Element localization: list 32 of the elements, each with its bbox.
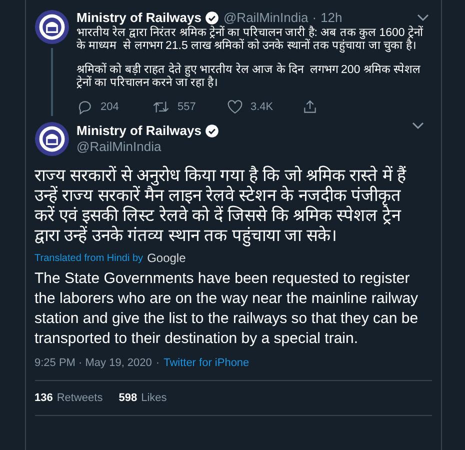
chevron-down-icon[interactable] <box>412 122 424 130</box>
verified-badge-icon <box>205 124 220 138</box>
logo-avatar-icon[interactable] <box>34 122 68 156</box>
stat-label[interactable]: Retweets <box>56 390 103 406</box>
tweet-time[interactable]: 12h <box>320 10 342 26</box>
verified-badge-icon <box>205 11 220 25</box>
stat-label[interactable]: Likes <box>141 390 167 406</box>
stat-count[interactable]: 598 <box>118 390 138 406</box>
separator-dot: · <box>312 10 317 26</box>
action-count: 204 <box>100 100 119 115</box>
author-handle: @RailMinIndia <box>223 10 308 26</box>
heart-icon[interactable] <box>226 99 242 116</box>
stat-count[interactable]: 136 <box>34 390 53 406</box>
retweet-icon[interactable] <box>152 99 170 116</box>
share-icon[interactable] <box>302 99 318 116</box>
tweet-text: राज्य सरकारों से अनुरोध किया गया है कि जो श्रमिक रास्ते में हैं उन्हें राज्य सरकारें मैन लाइन रेलवे स्टेशन के नजदीक पंजीकृत करें एवं इसकी लिस्ट रेलवे को दें जिससे कि श्रमिक स्पेशल ट्रेन द्वारा उन्हें उनके गंतव्य स्थान तक पहुंचाया जा सके। <box>34 166 408 246</box>
source-link[interactable]: Twitter for iPhone <box>164 355 250 372</box>
tweet-timestamp[interactable]: 9:25 PM · May 19, 2020 <box>34 355 152 372</box>
author-handle: @RailMinIndia <box>76 139 162 155</box>
logo-avatar-icon[interactable] <box>34 10 68 44</box>
tweet-text: श्रमिकों को बड़ी राहत देते हुए भारतीय रेल आज के दिन लगभग 200 श्रमिक स्पेशल ट्रेनों का परिचालन करने जा रहा है। <box>76 64 422 90</box>
translation-credit: Translated from Hindi by <box>34 252 144 266</box>
speech-bubble-icon[interactable] <box>76 99 92 116</box>
google-credit[interactable]: Google <box>147 249 186 267</box>
action-count: 3.4K <box>250 100 274 115</box>
separator-dot: · <box>156 356 160 371</box>
action-count: 557 <box>178 100 196 115</box>
author-name[interactable]: Ministry of Railways <box>76 123 202 139</box>
chevron-down-icon[interactable] <box>416 14 428 22</box>
translated-text: The State Governments have been requested to register the laborers who are on the way near the mainline railway station and give the list to the railways so that they can be transported to their destination by a special train. <box>34 269 420 349</box>
tweet-text: भारतीय रेल द्वारा निरंतर श्रमिक ट्रेनों का परिचालन जारी है: अब तक कुल 1600 ट्रेनों के माध्यम से लगभग 21.5 लाख श्रमिकों को उनके स्थानों तक पहुंचाया जा चुका है। <box>76 27 424 53</box>
author-name[interactable]: Ministry of Railways <box>76 10 202 26</box>
